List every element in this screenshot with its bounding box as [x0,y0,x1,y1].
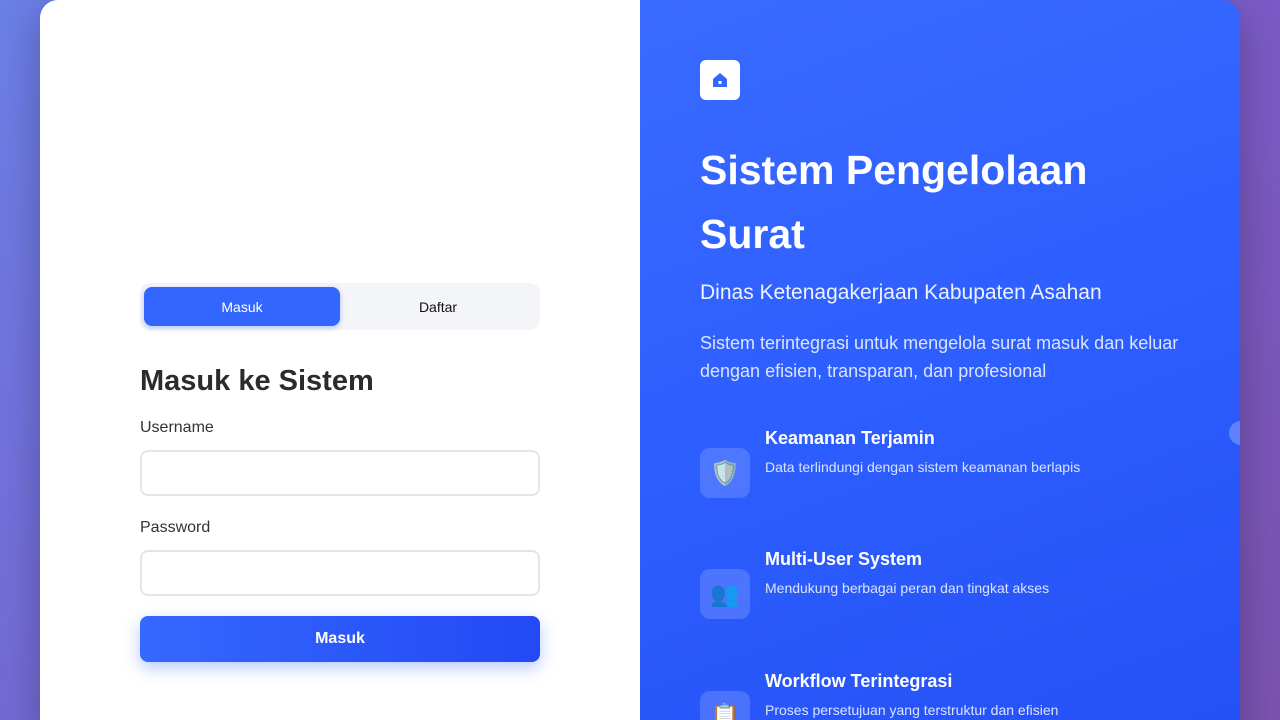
feature-item: 🛡️ Keamanan Terjamin Data terlindungi de… [700,428,1200,508]
app-title: Sistem Pengelolaan Surat [700,147,1088,257]
login-card: Masuk Daftar Masuk ke Sistem Username Pa… [40,0,1240,720]
users-icon: 👥 [700,569,750,619]
shield-icon: 🛡️ [700,448,750,498]
info-panel: Sistem Pengelolaan Surat Dinas Ketenagak… [640,0,1240,720]
feature-description: Mendukung berbagai peran dan tingkat aks… [765,580,1050,596]
username-label: Username [140,419,214,436]
feature-title: Multi-User System [765,549,923,569]
password-label: Password [140,519,211,536]
feature-title: Workflow Terintegrasi [765,671,953,691]
app-description: Sistem terintegrasi untuk mengelola sura… [700,333,1179,381]
home-icon [700,60,740,100]
password-input[interactable] [140,550,540,596]
decorative-dot [1229,421,1240,445]
tab-login[interactable]: Masuk [144,287,340,326]
feature-description: Proses persetujuan yang terstruktur dan … [765,702,1059,718]
clipboard-icon: 📋 [700,691,750,720]
form-title: Masuk ke Sistem [140,365,374,397]
username-input[interactable] [140,450,540,496]
login-submit-button[interactable]: Masuk [140,616,540,662]
tab-register[interactable]: Daftar [340,287,536,326]
feature-item: 👥 Multi-User System Mendukung berbagai p… [700,549,1200,629]
login-panel: Masuk Daftar Masuk ke Sistem Username Pa… [40,0,640,720]
auth-tabs: Masuk Daftar [140,283,540,330]
feature-item: 📋 Workflow Terintegrasi Proses persetuju… [700,671,1200,720]
feature-description: Data terlindungi dengan sistem keamanan … [765,459,1081,475]
feature-title: Keamanan Terjamin [765,428,935,448]
app-subtitle: Dinas Ketenagakerjaan Kabupaten Asahan [700,281,1102,304]
